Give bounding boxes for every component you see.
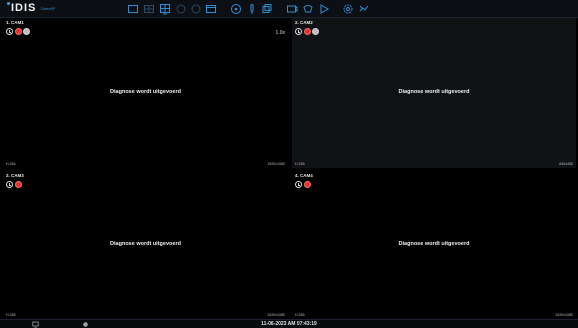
codec-label: H.265 [295, 162, 305, 166]
status-bar: 11-06-2023 AM 07:43:19 [0, 319, 578, 328]
camera-tile[interactable]: 4. CAM4 Diagnose wordt uitgevoerd H.265 … [292, 171, 576, 319]
audio-icon[interactable] [246, 3, 258, 15]
resolution-label: 640x480 [559, 162, 573, 166]
ptz-status-icon [23, 28, 30, 35]
diagnostic-message: Diagnose wordt uitgevoerd [110, 89, 181, 95]
resolution-label: 1920x1080 [555, 313, 573, 317]
idis-logo: IDIS [7, 2, 36, 14]
schedule-icon [295, 28, 302, 35]
record-icon [14, 181, 22, 188]
camera-status-icons [6, 28, 30, 36]
resolution-label: 1920x1080 [267, 162, 285, 166]
camera-status-icons [295, 181, 311, 189]
camera-title: 2. CAM2 [295, 20, 313, 25]
ptz-status-icon [312, 28, 319, 35]
previous-group-icon[interactable] [175, 3, 187, 15]
camera-status-icons [295, 28, 319, 36]
codec-label: H.265 [295, 313, 305, 317]
settings-icon[interactable] [342, 3, 354, 15]
schedule-icon [6, 28, 13, 35]
codec-label: H.264 [6, 162, 16, 166]
next-group-icon[interactable] [190, 3, 202, 15]
zoom-level: 1.0x [275, 30, 285, 36]
alarm-icon[interactable] [302, 3, 314, 15]
camera-title: 1. CAM1 [6, 20, 24, 25]
record-icon [303, 28, 311, 35]
diagnostic-message: Diagnose wordt uitgevoerd [398, 89, 470, 95]
snapshot-icon[interactable] [286, 3, 298, 15]
codec-label: H.265 [6, 313, 16, 317]
record-icon [303, 181, 311, 188]
camera-tile[interactable]: 1. CAM1 1.0x Diagnose wordt uitgevoerd H… [3, 18, 288, 168]
camera-tile[interactable]: 2. CAM2 Diagnose wordt uitgevoerd H.265 … [292, 18, 576, 168]
layout-grid-icon[interactable] [159, 3, 171, 15]
resolution-label: 1920x1080 [267, 313, 285, 317]
layout-single-icon[interactable] [127, 3, 139, 15]
sequence-icon[interactable] [205, 3, 217, 15]
schedule-icon [295, 181, 302, 188]
camera-status-icons [6, 181, 22, 189]
camera-tile[interactable]: 3. CAM3 Diagnose wordt uitgevoerd H.265 … [3, 171, 288, 319]
camera-title: 3. CAM3 [6, 173, 24, 178]
layout-quad-icon[interactable] [143, 3, 155, 15]
zoom-icon[interactable] [261, 3, 273, 15]
diagnostic-message: Diagnose wordt uitgevoerd [398, 241, 470, 247]
schedule-icon [6, 181, 13, 188]
camera-grid: 1. CAM1 1.0x Diagnose wordt uitgevoerd H… [3, 18, 576, 319]
date-time: 11-06-2023 AM 07:43:19 [261, 321, 317, 327]
diagnostic-message: Diagnose wordt uitgevoerd [110, 241, 181, 247]
logo-subtitle: DirectIP [41, 6, 56, 11]
ptz-icon[interactable] [230, 3, 242, 15]
top-toolbar: IDIS DirectIP [0, 0, 578, 18]
record-icon [14, 28, 22, 35]
playback-icon[interactable] [318, 3, 330, 15]
camera-title: 4. CAM4 [295, 173, 313, 178]
network-icon[interactable] [358, 3, 370, 15]
